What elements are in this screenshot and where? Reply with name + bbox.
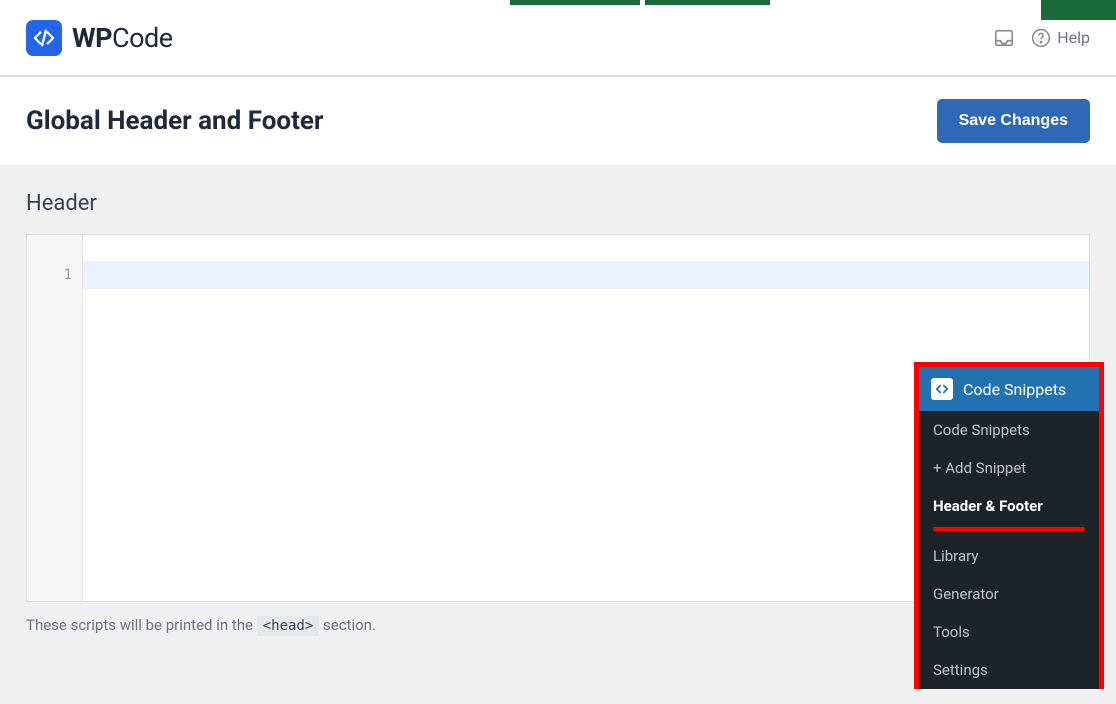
logo[interactable]: WPCode: [26, 20, 173, 56]
active-underline: [933, 527, 1085, 531]
inbox-icon[interactable]: [993, 27, 1015, 49]
hint-prefix: These scripts will be printed in the: [26, 616, 257, 634]
section-heading: Header: [26, 191, 1090, 216]
menu-item-snippets[interactable]: Code Snippets: [919, 411, 1099, 449]
page-title: Global Header and Footer: [26, 106, 323, 136]
menu-item-library[interactable]: Library: [919, 537, 1099, 575]
code-snippets-icon: [931, 378, 953, 400]
menu-item-add-snippet[interactable]: + Add Snippet: [919, 449, 1099, 487]
editor-gutter: 1: [27, 235, 83, 601]
active-line-highlight: [83, 261, 1089, 289]
decorative-accent: [510, 0, 640, 5]
help-icon: [1031, 28, 1051, 48]
menu-item-header-footer[interactable]: Header & Footer: [919, 487, 1099, 525]
line-number: 1: [27, 261, 82, 289]
admin-submenu-overlay: Code Snippets Code Snippets + Add Snippe…: [914, 362, 1104, 689]
menu-item-generator[interactable]: Generator: [919, 575, 1099, 613]
decorative-accent: [645, 0, 770, 5]
save-button[interactable]: Save Changes: [937, 99, 1090, 143]
top-bar: WPCode Help: [0, 0, 1116, 76]
logo-text: WPCode: [72, 22, 173, 54]
title-bar: Global Header and Footer Save Changes: [0, 76, 1116, 165]
hint-code: <head>: [257, 616, 320, 636]
submenu-header[interactable]: Code Snippets: [919, 367, 1099, 411]
wpcode-logo-icon: [26, 20, 62, 56]
help-button[interactable]: Help: [1031, 28, 1090, 48]
menu-item-tools[interactable]: Tools: [919, 613, 1099, 651]
decorative-accent: [1041, 0, 1116, 20]
submenu-title: Code Snippets: [963, 380, 1066, 399]
menu-item-settings[interactable]: Settings: [919, 651, 1099, 689]
help-label: Help: [1057, 28, 1090, 47]
hint-suffix: section.: [319, 616, 376, 634]
top-actions: Help: [993, 27, 1090, 49]
